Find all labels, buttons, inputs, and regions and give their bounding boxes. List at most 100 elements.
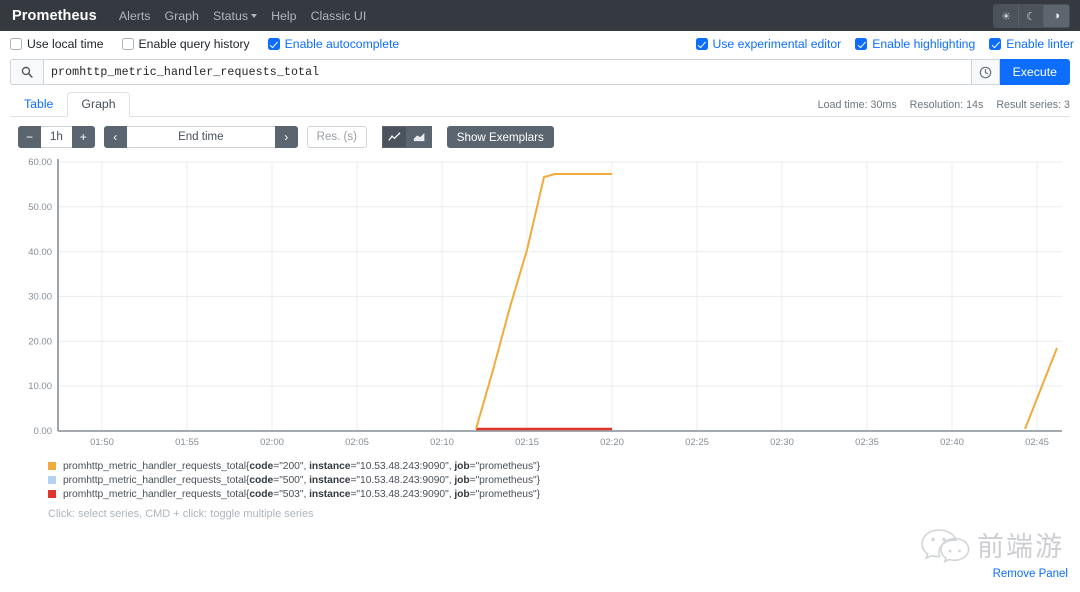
- svg-text:0.00: 0.00: [34, 426, 53, 437]
- svg-text:01:55: 01:55: [175, 437, 199, 448]
- wechat-icon: [921, 529, 970, 564]
- checkbox-enable-query-history[interactable]: Enable query history: [121, 36, 250, 51]
- svg-text:02:00: 02:00: [260, 437, 284, 448]
- tab-table[interactable]: Table: [10, 92, 67, 117]
- remove-panel-link[interactable]: Remove Panel: [993, 568, 1068, 580]
- checkbox-use-experimental-editor[interactable]: Use experimental editor: [695, 36, 842, 51]
- nav-link-status[interactable]: Status: [213, 9, 258, 23]
- navbar: Prometheus Alerts Graph Status Help Clas…: [0, 0, 1080, 31]
- svg-text:10.00: 10.00: [28, 381, 52, 392]
- next-time-button[interactable]: ›: [274, 126, 298, 148]
- legend-label-key: instance: [309, 488, 351, 500]
- checkbox-box[interactable]: [10, 37, 22, 50]
- range-stepper: − 1h +: [18, 126, 95, 148]
- line-chart-icon[interactable]: [381, 126, 407, 148]
- stat-resolution: Resolution: 14s: [909, 99, 984, 111]
- legend-label-value: "prometheus": [475, 488, 537, 500]
- graph-legend: promhttp_metric_handler_requests_total{c…: [48, 459, 1080, 501]
- checkbox-label: Enable linter: [1006, 36, 1074, 51]
- svg-text:30.00: 30.00: [28, 292, 52, 303]
- checkbox-box[interactable]: [855, 37, 868, 50]
- show-exemplars-button[interactable]: Show Exemplars: [446, 126, 554, 148]
- checkbox-label: Enable autocomplete: [284, 36, 400, 51]
- legend-series-label: promhttp_metric_handler_requests_total{c…: [63, 474, 541, 486]
- moon-icon[interactable]: ☾: [1019, 5, 1044, 27]
- tab-graph[interactable]: Graph: [67, 92, 130, 117]
- nav-link-graph[interactable]: Graph: [165, 9, 199, 23]
- previous-time-button[interactable]: ‹: [103, 126, 127, 148]
- graph-panel[interactable]: 60.00 50.00 40.00 30.00 20.00 10.00 0.00…: [10, 157, 1070, 452]
- legend-label-key: job: [454, 488, 470, 500]
- nav-link-classic-ui[interactable]: Classic UI: [311, 9, 367, 23]
- nav-link-alerts[interactable]: Alerts: [119, 9, 151, 23]
- svg-text:02:45: 02:45: [1025, 437, 1049, 448]
- legend-metric-name: promhttp_metric_handler_requests_total: [63, 460, 246, 472]
- increase-range-button[interactable]: +: [71, 126, 95, 148]
- svg-text:02:15: 02:15: [515, 437, 539, 448]
- checkbox-label: Enable query history: [138, 36, 250, 51]
- query-stats: Load time: 30ms Resolution: 14s Result s…: [818, 99, 1070, 111]
- legend-label-value: "prometheus": [475, 460, 537, 472]
- decrease-range-button[interactable]: −: [18, 126, 41, 148]
- half-circle-auto-icon[interactable]: ◑: [1044, 5, 1069, 27]
- checkbox-box[interactable]: [989, 37, 1002, 50]
- checkbox-box[interactable]: [267, 37, 280, 50]
- sun-icon[interactable]: ☀: [994, 5, 1019, 27]
- legend-item[interactable]: promhttp_metric_handler_requests_total{c…: [48, 459, 1080, 473]
- theme-toggle-group: ☀ ☾ ◑: [993, 4, 1070, 28]
- checkbox-box[interactable]: [121, 37, 134, 50]
- options-row: Use local time Enable query history Enab…: [0, 31, 1080, 56]
- resolution-input[interactable]: Res. (s): [306, 126, 367, 148]
- legend-label-key: job: [454, 474, 470, 486]
- svg-text:02:40: 02:40: [940, 437, 964, 448]
- legend-metric-name: promhttp_metric_handler_requests_total: [63, 488, 246, 500]
- result-tabs: Table Graph Load time: 30ms Resolution: …: [10, 92, 1070, 117]
- x-tick-labels: 01:50 01:55 02:00 02:05 02:10 02:15 02:2…: [90, 437, 1049, 448]
- watermark-text: 前端游: [977, 531, 1064, 563]
- svg-text:02:10: 02:10: [430, 437, 454, 448]
- checkbox-use-local-time[interactable]: Use local time: [10, 37, 104, 51]
- svg-text:50.00: 50.00: [28, 202, 52, 213]
- options-row-right: Use experimental editor Enable highlight…: [695, 31, 1076, 56]
- checkbox-enable-linter[interactable]: Enable linter: [989, 37, 1074, 51]
- end-time-picker: ‹ End time ›: [103, 126, 298, 148]
- legend-label-key: code: [249, 488, 274, 500]
- series-line-200[interactable]: [475, 173, 612, 430]
- svg-text:02:05: 02:05: [345, 437, 369, 448]
- checkbox-enable-autocomplete[interactable]: Enable autocomplete: [267, 36, 400, 51]
- legend-color-swatch: [48, 476, 56, 484]
- svg-text:02:20: 02:20: [600, 437, 624, 448]
- legend-label-value: "10.53.48.243:9090": [356, 474, 449, 486]
- brand-logo[interactable]: Prometheus: [12, 8, 97, 24]
- stacked-chart-icon[interactable]: [406, 126, 432, 148]
- legend-label-key: instance: [309, 460, 351, 472]
- checkbox-box[interactable]: [695, 37, 708, 50]
- chart-type-toggle: [381, 126, 432, 148]
- series-line-200-tail[interactable]: [1024, 347, 1058, 430]
- range-value[interactable]: 1h: [41, 126, 72, 148]
- checkbox-enable-highlighting[interactable]: Enable highlighting: [855, 37, 975, 51]
- end-time-input[interactable]: End time: [126, 126, 275, 148]
- checkbox-label: Use experimental editor: [712, 36, 842, 51]
- legend-metric-name: promhttp_metric_handler_requests_total: [63, 474, 246, 486]
- query-bar: promhttp_metric_handler_requests_total E…: [10, 59, 1070, 85]
- legend-label-value: "10.53.48.243:9090": [356, 460, 449, 472]
- legend-item[interactable]: promhttp_metric_handler_requests_total{c…: [48, 487, 1080, 501]
- legend-label-key: job: [454, 460, 470, 472]
- svg-text:01:50: 01:50: [90, 437, 114, 448]
- legend-label-value: "503": [279, 488, 304, 500]
- graph-svg[interactable]: 60.00 50.00 40.00 30.00 20.00 10.00 0.00…: [10, 157, 1070, 452]
- history-icon[interactable]: [970, 59, 1000, 85]
- svg-text:02:35: 02:35: [855, 437, 879, 448]
- legend-label-value: "10.53.48.243:9090": [356, 488, 449, 500]
- nav-link-help[interactable]: Help: [271, 9, 296, 23]
- grid-lines: [58, 161, 1062, 431]
- execute-button[interactable]: Execute: [999, 59, 1070, 85]
- checkbox-label: Enable highlighting: [872, 36, 976, 51]
- legend-item[interactable]: promhttp_metric_handler_requests_total{c…: [48, 473, 1080, 487]
- legend-label-value: "200": [279, 460, 304, 472]
- query-input[interactable]: promhttp_metric_handler_requests_total: [43, 59, 971, 85]
- stat-load-time: Load time: 30ms: [817, 99, 897, 111]
- legend-label-key: code: [249, 460, 274, 472]
- legend-series-label: promhttp_metric_handler_requests_total{c…: [63, 488, 541, 500]
